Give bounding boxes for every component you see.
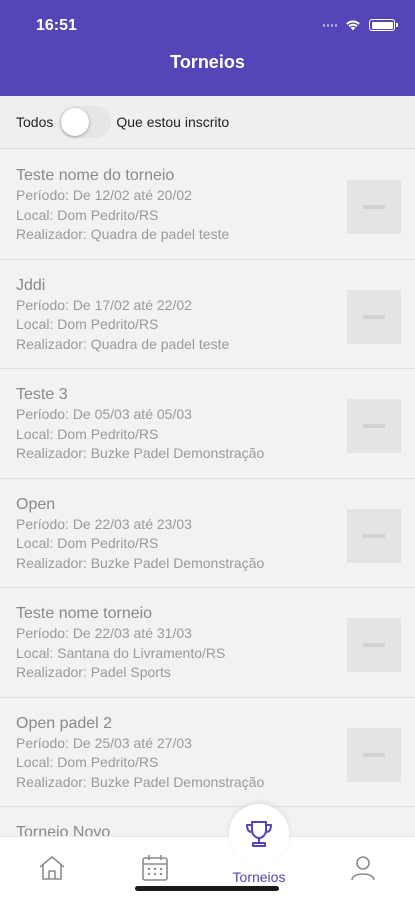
signal-icon bbox=[323, 22, 337, 28]
app-header: 16:51 Torneios bbox=[0, 0, 415, 96]
tournament-thumbnail bbox=[347, 399, 401, 453]
filter-subscribed-label: Que estou inscrito bbox=[116, 114, 230, 130]
tournament-item[interactable]: Teste 3 Período: De 05/03 até 05/03 Loca… bbox=[0, 369, 415, 479]
trophy-icon bbox=[246, 821, 272, 847]
page-title: Torneios bbox=[170, 52, 245, 72]
tournament-item[interactable]: Jddi Período: De 17/02 até 22/02 Local: … bbox=[0, 260, 415, 369]
tab-home[interactable] bbox=[12, 837, 92, 900]
tournament-item[interactable]: Open padel 2 Período: De 25/03 até 27/03… bbox=[0, 698, 415, 807]
tournament-item[interactable]: Open Período: De 22/03 até 23/03 Local: … bbox=[0, 479, 415, 588]
toggle-knob bbox=[61, 108, 90, 136]
tab-tournaments[interactable] bbox=[229, 804, 289, 864]
tournament-item[interactable]: Teste nome torneio Período: De 22/03 até… bbox=[0, 588, 415, 698]
tournament-thumbnail bbox=[347, 727, 401, 782]
tournament-thumbnail bbox=[347, 180, 401, 234]
tab-tournaments-label[interactable]: Torneios bbox=[200, 869, 318, 885]
tournament-thumbnail bbox=[347, 618, 401, 672]
tournament-name: Torneio Novo bbox=[16, 824, 111, 836]
profile-icon bbox=[351, 856, 375, 881]
status-icons bbox=[323, 19, 398, 31]
battery-icon bbox=[369, 19, 398, 31]
wifi-icon bbox=[346, 20, 360, 31]
tournament-thumbnail bbox=[347, 289, 401, 344]
status-time: 16:51 bbox=[36, 17, 77, 34]
filter-bar: Todos Que estou inscrito bbox=[0, 96, 415, 149]
tournament-item[interactable]: Torneio Novo bbox=[0, 807, 415, 836]
home-icon bbox=[39, 856, 65, 880]
filter-all-label: Todos bbox=[16, 114, 54, 130]
tournament-list[interactable]: Teste nome do torneio Período: De 12/02 … bbox=[0, 150, 415, 836]
calendar-icon bbox=[142, 855, 168, 881]
tournament-item[interactable]: Teste nome do torneio Período: De 12/02 … bbox=[0, 150, 415, 260]
tab-profile[interactable] bbox=[323, 837, 403, 900]
tournament-thumbnail bbox=[347, 508, 401, 563]
home-indicator bbox=[135, 886, 279, 891]
subscribed-toggle[interactable] bbox=[59, 106, 112, 138]
